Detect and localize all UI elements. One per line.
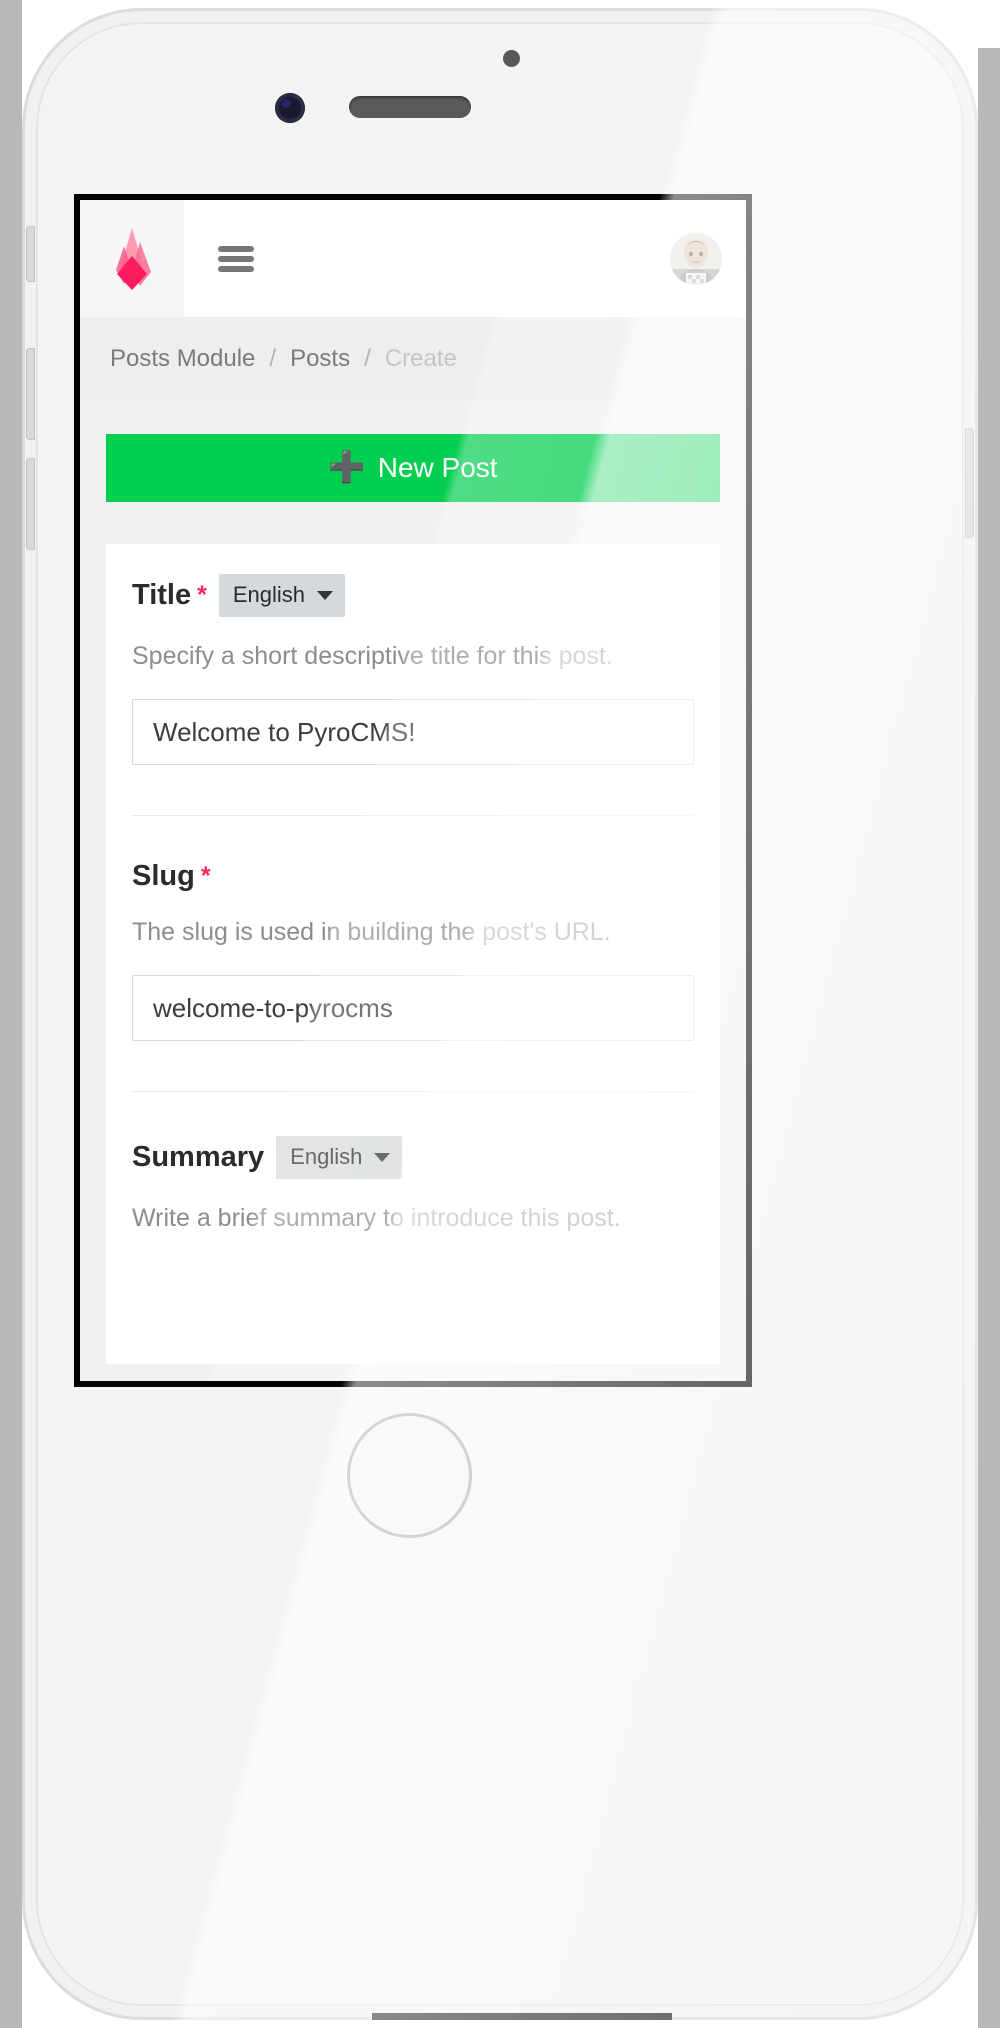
phone-device: Posts Module / Posts / Create ➕ New Post xyxy=(22,8,978,2020)
title-input[interactable] xyxy=(132,699,694,765)
field-summary-language-value: English xyxy=(290,1144,363,1169)
field-summary: Summary English Write a brief summary to… xyxy=(132,1091,694,1235)
app-navbar xyxy=(80,200,746,318)
corner-accent xyxy=(952,0,1000,48)
breadcrumb-separator: / xyxy=(269,345,277,372)
field-title-help-text: Specify a short descriptive title for th… xyxy=(132,642,613,670)
background-band-left xyxy=(0,0,22,2028)
breadcrumb-item-posts[interactable]: Posts xyxy=(290,345,350,373)
page-body: ➕ New Post Title * English Specify a sho… xyxy=(80,400,746,1381)
post-form-card: Title * English Specify a short descript… xyxy=(106,544,720,1364)
new-post-button-label: New Post xyxy=(377,452,498,483)
volume-up-button[interactable] xyxy=(26,348,35,440)
silent-switch-button[interactable] xyxy=(26,226,35,282)
field-slug-required-marker: * xyxy=(200,862,211,890)
field-title-language-value: English xyxy=(232,582,305,607)
breadcrumb-item-create: Create xyxy=(384,345,457,372)
field-title-language-dropdown[interactable]: English xyxy=(218,574,345,617)
field-summary-label: Summary xyxy=(132,1141,265,1173)
chevron-down-icon xyxy=(316,590,333,600)
pyrocms-flame-logo-icon xyxy=(116,227,151,290)
phone-screen: Posts Module / Posts / Create ➕ New Post xyxy=(74,194,752,1387)
speaker-grille-icon xyxy=(349,96,471,118)
field-title-required-marker: * xyxy=(197,581,207,609)
field-title: Title * English Specify a short descript… xyxy=(132,574,694,815)
field-slug-label: Slug xyxy=(132,860,195,892)
field-title-label: Title xyxy=(132,579,192,611)
app-viewport: Posts Module / Posts / Create ➕ New Post xyxy=(80,200,746,1381)
brand-logo-area[interactable] xyxy=(80,200,184,317)
field-title-label-row: Title * English xyxy=(132,574,694,617)
breadcrumb-separator: / xyxy=(364,345,371,372)
field-summary-label-row: Summary English xyxy=(132,1136,694,1179)
proximity-sensor-icon xyxy=(503,50,520,67)
home-button[interactable] xyxy=(347,1413,472,1538)
volume-down-button[interactable] xyxy=(26,458,35,550)
user-avatar[interactable] xyxy=(670,232,722,285)
field-slug-label-row: Slug * xyxy=(132,860,694,893)
power-button[interactable] xyxy=(965,428,974,538)
chevron-down-icon xyxy=(374,1152,391,1162)
plus-icon: ➕ xyxy=(328,451,366,484)
avatar-photo-icon xyxy=(670,232,722,285)
field-summary-help-text: Write a brief summary to introduce this … xyxy=(132,1204,621,1232)
breadcrumb: Posts Module / Posts / Create xyxy=(80,318,746,400)
field-slug-help-text: The slug is used in building the post's … xyxy=(132,918,611,946)
device-bottom-edge xyxy=(372,2013,672,2020)
slug-input[interactable] xyxy=(132,975,694,1041)
hamburger-menu-icon[interactable] xyxy=(218,245,254,272)
field-slug: Slug * The slug is used in building the … xyxy=(132,815,694,1091)
navbar-right xyxy=(184,200,746,317)
front-camera-icon xyxy=(275,93,305,123)
background-band-right xyxy=(978,0,1000,2028)
field-summary-language-dropdown[interactable]: English xyxy=(276,1136,403,1179)
new-post-button[interactable]: ➕ New Post xyxy=(106,434,720,502)
screenshot-stage: Posts Module / Posts / Create ➕ New Post xyxy=(0,0,1000,2028)
breadcrumb-item-posts-module[interactable]: Posts Module xyxy=(110,345,255,373)
